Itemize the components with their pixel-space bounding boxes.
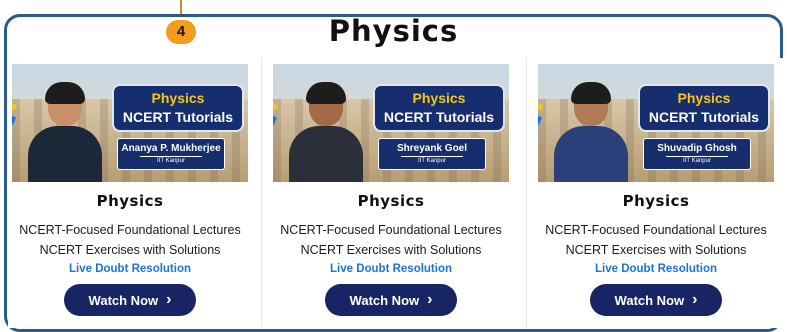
watch-now-button[interactable]: Watch Now › <box>590 284 722 316</box>
card-highlight: Live Doubt Resolution <box>68 263 192 275</box>
card-feature: NCERT-Focused Foundational Lectures <box>19 223 241 237</box>
page-title: Physics <box>328 14 459 48</box>
banner-title-box: Physics NCERT Tutorials <box>373 84 505 132</box>
teacher-name-box: Shuvadip Ghosh IIT Kanpur <box>643 138 751 170</box>
card-subject: Physics <box>96 192 164 210</box>
course-banner-image[interactable]: Physics NCERT Tutorials Ananya P. Mukher… <box>12 64 248 182</box>
card-feature: NCERT Exercises with Solutions <box>39 243 221 257</box>
watch-now-label: Watch Now <box>88 292 159 308</box>
watch-now-label: Watch Now <box>349 292 420 308</box>
teacher-institute: IIT Kanpur <box>666 156 728 166</box>
banner-title-box: Physics NCERT Tutorials <box>638 84 770 132</box>
watch-now-button[interactable]: Watch Now › <box>325 284 457 316</box>
teacher-institute: IIT Kanpur <box>401 156 463 166</box>
teacher-photo <box>26 82 102 182</box>
teacher-name-box: Ananya P. Mukherjee IIT Kanpur <box>117 138 225 170</box>
banner-subtitle: NCERT Tutorials <box>122 109 234 125</box>
card-feature: NCERT-Focused Foundational Lectures <box>545 223 767 237</box>
card-feature: NCERT Exercises with Solutions <box>565 243 747 257</box>
chevron-right-icon: › <box>166 291 172 308</box>
course-banner-image[interactable]: Physics NCERT Tutorials Shreyank Goel II… <box>273 64 509 182</box>
chevron-right-icon: › <box>427 291 433 308</box>
teacher-name: Shuvadip Ghosh <box>657 143 737 154</box>
banner-title: Physics <box>151 90 205 106</box>
banner-subtitle: NCERT Tutorials <box>648 109 760 125</box>
watch-now-label: Watch Now <box>614 292 685 308</box>
chevron-right-icon: › <box>692 291 698 308</box>
card-subject: Physics <box>357 192 425 210</box>
watch-now-button[interactable]: Watch Now › <box>64 284 196 316</box>
course-banner-image[interactable]: Physics NCERT Tutorials Shuvadip Ghosh I… <box>538 64 774 182</box>
card-highlight: Live Doubt Resolution <box>594 263 718 275</box>
course-card: Physics NCERT Tutorials Shreyank Goel II… <box>269 58 519 328</box>
banner-title: Physics <box>677 90 731 106</box>
card-feature: NCERT-Focused Foundational Lectures <box>280 223 502 237</box>
teacher-name: Shreyank Goel <box>396 143 468 154</box>
teacher-name: Ananya P. Mukherjee <box>121 143 221 154</box>
card-subject: Physics <box>622 192 690 210</box>
card-divider <box>526 58 527 328</box>
teacher-name-box: Shreyank Goel IIT Kanpur <box>378 138 486 170</box>
teacher-photo <box>552 82 628 182</box>
course-card-list: Physics NCERT Tutorials Ananya P. Mukher… <box>8 58 784 328</box>
banner-subtitle: NCERT Tutorials <box>383 109 495 125</box>
card-divider <box>261 58 262 328</box>
teacher-photo <box>287 82 363 182</box>
course-card: Physics NCERT Tutorials Shuvadip Ghosh I… <box>534 58 784 328</box>
course-card: Physics NCERT Tutorials Ananya P. Mukher… <box>8 58 258 328</box>
card-feature: NCERT Exercises with Solutions <box>300 243 482 257</box>
card-highlight: Live Doubt Resolution <box>329 263 453 275</box>
banner-title-box: Physics NCERT Tutorials <box>112 84 244 132</box>
teacher-institute: IIT Kanpur <box>140 156 202 166</box>
banner-title: Physics <box>412 90 466 106</box>
